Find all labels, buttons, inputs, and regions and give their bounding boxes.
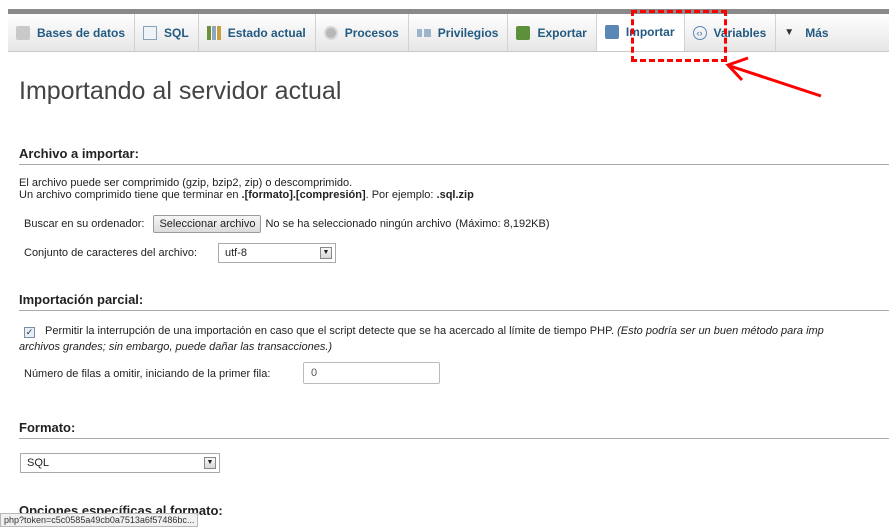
window-top: [0, 0, 889, 9]
allow-interrupt-note2: archivos grandes; sin embargo, puede dañ…: [19, 341, 332, 353]
database-icon: [16, 25, 30, 40]
skip-rows-input[interactable]: 0: [303, 362, 440, 384]
tab-status[interactable]: Estado actual: [199, 14, 316, 51]
charset-label: Conjunto de caracteres del archivo:: [24, 247, 198, 259]
allow-interrupt-note: (Esto podría ser un buen método para imp: [617, 325, 824, 337]
server-tabs: Bases de datos SQL Estado actual Proceso…: [8, 14, 889, 52]
format-select[interactable]: SQL ▼: [20, 453, 220, 473]
file-desc-line1: El archivo puede ser comprimido (gzip, b…: [19, 177, 353, 189]
privileges-icon: [416, 25, 431, 40]
tab-privileges[interactable]: Privilegios: [409, 14, 509, 51]
charset-select[interactable]: utf-8 ▼: [218, 243, 336, 263]
tab-privileges-label: Privilegios: [437, 25, 499, 40]
processes-icon: [323, 25, 338, 40]
import-icon: [604, 25, 619, 39]
tab-more-label: Más: [805, 25, 829, 40]
tab-sql[interactable]: SQL: [135, 14, 199, 51]
tab-sql-label: SQL: [164, 25, 189, 40]
file-desc-prefix: Un archivo comprimido tiene que terminar…: [19, 189, 242, 201]
tab-status-label: Estado actual: [227, 25, 306, 40]
tab-export[interactable]: Exportar: [508, 14, 597, 51]
annotation-arrow-icon: [725, 56, 822, 98]
no-file-text: No se ha seleccionado ningún archivo: [265, 218, 452, 230]
browse-label: Buscar en su ordenador:: [24, 218, 145, 230]
skip-rows-label: Número de filas a omitir, iniciando de l…: [24, 368, 271, 380]
browse-row: Buscar en su ordenador: Seleccionar arch…: [24, 215, 550, 233]
export-icon: [516, 25, 531, 40]
file-desc-format: .[formato].[compresión]: [241, 189, 366, 201]
file-desc-example: .sql.zip: [436, 189, 474, 201]
format-section-heading: Formato:: [19, 420, 889, 439]
allow-interrupt-label: Permitir la interrupción de una importac…: [45, 325, 615, 337]
format-value: SQL: [27, 457, 50, 469]
file-desc-line2: Un archivo comprimido tiene que terminar…: [19, 189, 474, 201]
tab-more[interactable]: ▼ Más: [776, 14, 837, 51]
tab-databases[interactable]: Bases de datos: [8, 14, 136, 51]
allow-interrupt-text: Permitir la interrupción de una importac…: [45, 325, 824, 337]
file-section-heading: Archivo a importar:: [19, 146, 889, 165]
dropdown-arrow-icon: ▼: [320, 247, 332, 259]
tab-processes[interactable]: Procesos: [316, 14, 409, 51]
allow-interrupt-checkbox[interactable]: ✓: [24, 327, 35, 338]
file-desc-mid: . Por ejemplo:: [365, 189, 437, 201]
page-title: Importando al servidor actual: [19, 77, 342, 105]
status-icon: [206, 25, 221, 40]
status-bar-url: php?token=c5c0585a49cb0a7513a6f57486bc..…: [0, 513, 199, 527]
tab-databases-label: Bases de datos: [37, 25, 126, 40]
chevron-down-icon: ▼: [784, 26, 795, 38]
tab-export-label: Exportar: [537, 25, 587, 40]
choose-file-button[interactable]: Seleccionar archivo: [153, 215, 262, 233]
tab-processes-label: Procesos: [344, 25, 399, 40]
charset-value: utf-8: [225, 247, 248, 259]
sql-icon: [143, 25, 158, 40]
highlight-box: [631, 10, 727, 62]
partial-section-heading: Importación parcial:: [19, 292, 889, 311]
max-size-text: (Máximo: 8,192KB): [455, 218, 550, 230]
dropdown-arrow-icon: ▼: [204, 457, 216, 469]
allow-interrupt-note2-text: archivos grandes; sin embargo, puede dañ…: [19, 341, 333, 353]
